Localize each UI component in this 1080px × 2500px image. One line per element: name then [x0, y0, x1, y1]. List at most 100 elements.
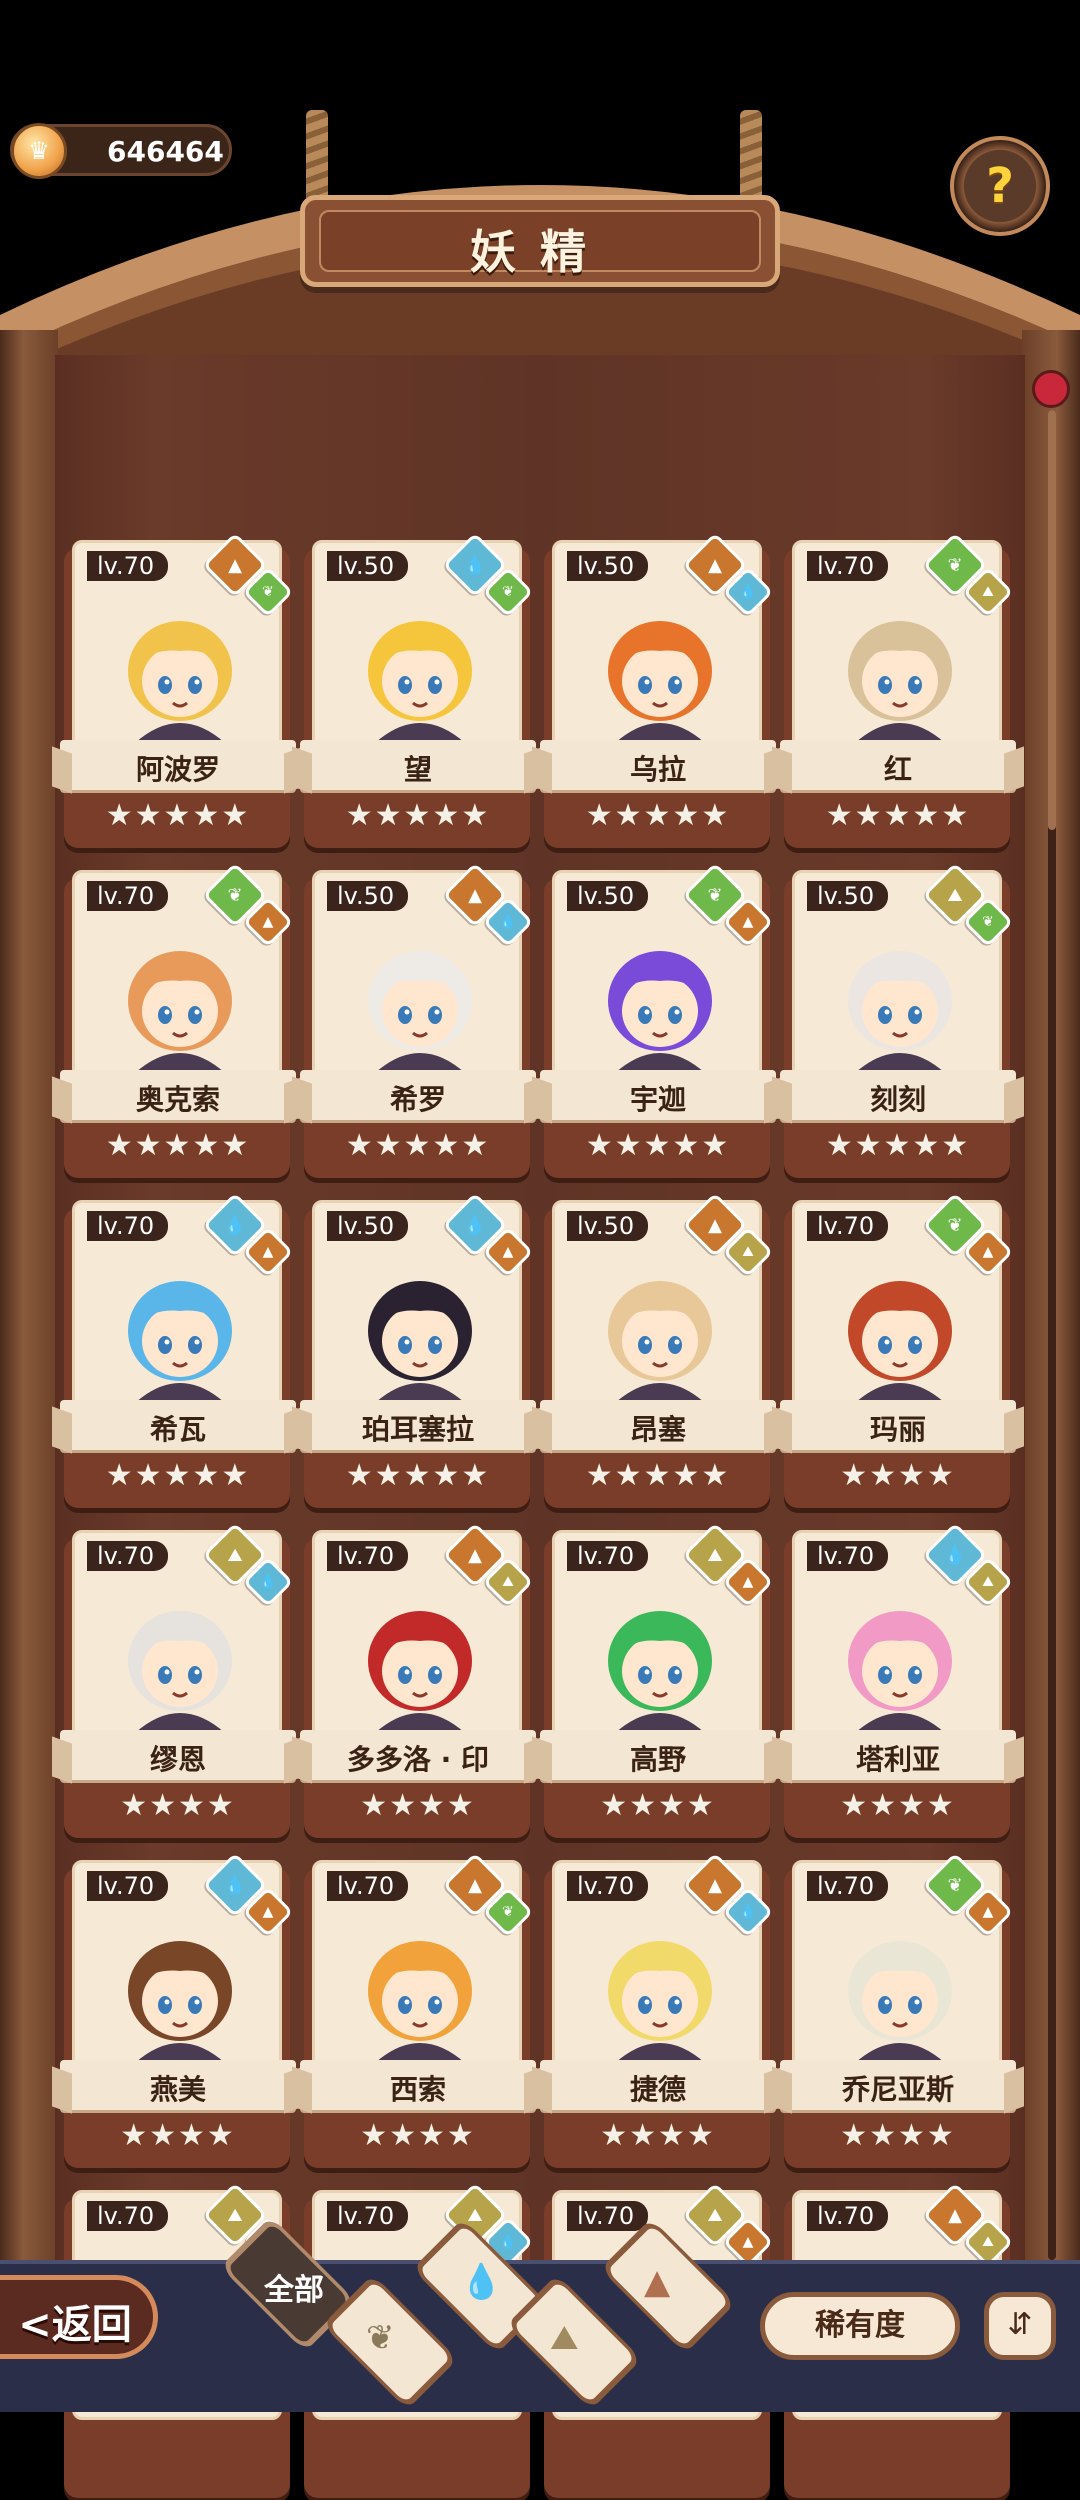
fairy-card[interactable]: lv.70 ▲ ❦ 西索 ★★★★ — [300, 1852, 536, 2170]
fairy-name: 缪恩 — [149, 1743, 206, 1776]
fairy-card[interactable]: lv.70 ❦ ▲ 奥克索 ★★★★★ — [60, 862, 296, 1180]
scrollbar[interactable] — [1048, 410, 1056, 2260]
name-ribbon: 高野 — [540, 1730, 776, 1780]
level-badge: lv.70 — [327, 1871, 409, 1901]
back-button[interactable]: <返回 — [0, 2275, 158, 2359]
name-ribbon: 乌拉 — [540, 740, 776, 790]
name-ribbon: 阿波罗 — [60, 740, 296, 790]
fairy-card[interactable]: lv.70 ⛰ ▲ 高野 ★★★★ — [540, 1522, 776, 1840]
name-ribbon: 奥克索 — [60, 1070, 296, 1120]
name-ribbon: 望 — [300, 740, 536, 790]
fairy-card[interactable]: lv.70 ❦ ▲ 玛丽 ★★★★ — [780, 1192, 1016, 1510]
fairy-portrait — [848, 951, 952, 1073]
name-ribbon: 塔利亚 — [780, 1730, 1016, 1780]
name-ribbon: 希罗 — [300, 1070, 536, 1120]
level-badge: lv.70 — [567, 1541, 649, 1571]
leaf-icon: ❦ — [366, 2318, 395, 2358]
name-ribbon: 希瓦 — [60, 1400, 296, 1450]
name-ribbon: 刻刻 — [780, 1070, 1016, 1120]
frame-left — [0, 330, 58, 2290]
star-rating: ★★★★★ — [585, 1128, 731, 1163]
fairy-card[interactable]: lv.70 ▲ 💧 捷德 ★★★★ — [540, 1852, 776, 2170]
fairy-card[interactable]: lv.50 💧 ❦ 望 ★★★★★ — [300, 532, 536, 850]
star-rating: ★★★★★ — [585, 798, 731, 833]
scroll-thumb[interactable] — [1048, 410, 1056, 830]
level-badge: lv.50 — [327, 551, 409, 581]
fairy-name: 塔利亚 — [855, 1743, 940, 1776]
fairy-portrait — [608, 1281, 712, 1403]
fairy-name: 多多洛 · 印 — [346, 1743, 490, 1776]
level-badge: lv.70 — [567, 1871, 649, 1901]
level-badge: lv.50 — [567, 1211, 649, 1241]
fairy-portrait — [848, 1941, 952, 2063]
level-badge: lv.70 — [87, 1541, 169, 1571]
name-ribbon: 昂塞 — [540, 1400, 776, 1450]
fairy-card[interactable]: lv.70 ❦ ▲ 乔尼亚斯 ★★★★ — [780, 1852, 1016, 2170]
fairy-card[interactable]: lv.50 ❦ ▲ 宇迦 ★★★★★ — [540, 862, 776, 1180]
filter-all-label: 全部 — [264, 2273, 324, 2308]
fairy-card[interactable]: lv.50 ▲ 💧 乌拉 ★★★★★ — [540, 532, 776, 850]
name-ribbon: 燕美 — [60, 2060, 296, 2110]
fairy-card[interactable]: lv.70 💧 ⛰ 塔利亚 ★★★★ — [780, 1522, 1016, 1840]
fairy-portrait — [368, 1611, 472, 1733]
fairy-name: 阿波罗 — [135, 753, 220, 786]
fairy-card[interactable]: lv.70 ▲ ⛰ 多多洛 · 印 ★★★★ — [300, 1522, 536, 1840]
fairy-card[interactable]: lv.70 ▲ ❦ 阿波罗 ★★★★★ — [60, 532, 296, 850]
fairy-card[interactable]: lv.50 ▲ ⛰ 昂塞 ★★★★★ — [540, 1192, 776, 1510]
star-rating: ★★★★ — [600, 1788, 716, 1823]
name-ribbon: 玛丽 — [780, 1400, 1016, 1450]
star-rating: ★★★★★ — [105, 1128, 251, 1163]
back-label: <返回 — [18, 2302, 132, 2348]
fairy-portrait — [128, 1941, 232, 2063]
star-rating: ★★★★★ — [825, 798, 971, 833]
fairy-name: 高野 — [629, 1743, 686, 1776]
fairy-name: 乌拉 — [629, 753, 686, 786]
fairy-card[interactable]: lv.70 💧 ▲ 燕美 ★★★★ — [60, 1852, 296, 2170]
fairy-name: 望 — [403, 753, 432, 786]
level-badge: lv.50 — [807, 881, 889, 911]
coin-icon: ♛ — [11, 123, 67, 179]
level-badge: lv.70 — [807, 551, 889, 581]
fairy-name: 乔尼亚斯 — [841, 2073, 954, 2106]
sort-order-button[interactable]: ⇵ — [984, 2292, 1056, 2360]
fairy-card[interactable]: lv.70 ❦ ⛰ 红 ★★★★★ — [780, 532, 1016, 850]
star-rating: ★★★★ — [600, 2118, 716, 2153]
water-drop-icon: 💧 — [460, 2262, 503, 2302]
fairy-portrait — [128, 1611, 232, 1733]
star-rating: ★★★★★ — [345, 798, 491, 833]
fairy-portrait — [608, 621, 712, 743]
name-ribbon: 缪恩 — [60, 1730, 296, 1780]
fairy-portrait — [128, 1281, 232, 1403]
level-badge: lv.70 — [87, 551, 169, 581]
level-badge: lv.70 — [87, 2201, 169, 2231]
rarity-sort-button[interactable]: 稀有度 — [760, 2292, 960, 2360]
mountain-icon: ⛰ — [550, 2318, 579, 2358]
fairy-card[interactable]: lv.70 💧 ▲ 希瓦 ★★★★★ — [60, 1192, 296, 1510]
star-rating: ★★★★★ — [105, 798, 251, 833]
fairy-portrait — [848, 1281, 952, 1403]
star-rating: ★★★★ — [120, 2118, 236, 2153]
help-button[interactable]: ? — [950, 136, 1050, 236]
star-rating: ★★★★ — [840, 1788, 956, 1823]
fairy-card[interactable]: lv.50 💧 ▲ 珀耳塞拉 ★★★★★ — [300, 1192, 536, 1510]
star-rating: ★★★★ — [840, 2118, 956, 2153]
level-badge: lv.70 — [87, 1871, 169, 1901]
fairy-card[interactable]: lv.50 ▲ 💧 希罗 ★★★★★ — [300, 862, 536, 1180]
fairy-portrait — [128, 951, 232, 1073]
fairy-name: 希罗 — [389, 1083, 446, 1116]
level-badge: lv.70 — [327, 1541, 409, 1571]
level-badge: lv.70 — [87, 881, 169, 911]
fairy-name: 燕美 — [149, 2073, 206, 2106]
fairy-card[interactable]: lv.70 ⛰ 💧 缪恩 ★★★★ — [60, 1522, 296, 1840]
star-rating: ★★★★ — [360, 2118, 476, 2153]
name-ribbon: 乔尼亚斯 — [780, 2060, 1016, 2110]
level-badge: lv.50 — [567, 551, 649, 581]
fairy-portrait — [368, 621, 472, 743]
star-rating: ★★★★★ — [345, 1128, 491, 1163]
fairy-portrait — [608, 1941, 712, 2063]
fairy-card[interactable]: lv.50 ⛰ ❦ 刻刻 ★★★★★ — [780, 862, 1016, 1180]
coin-value: 646464 — [107, 135, 224, 168]
ladybug-icon[interactable] — [1032, 370, 1070, 408]
fairy-name: 希瓦 — [149, 1413, 206, 1446]
page-title: 妖精 — [470, 225, 610, 279]
